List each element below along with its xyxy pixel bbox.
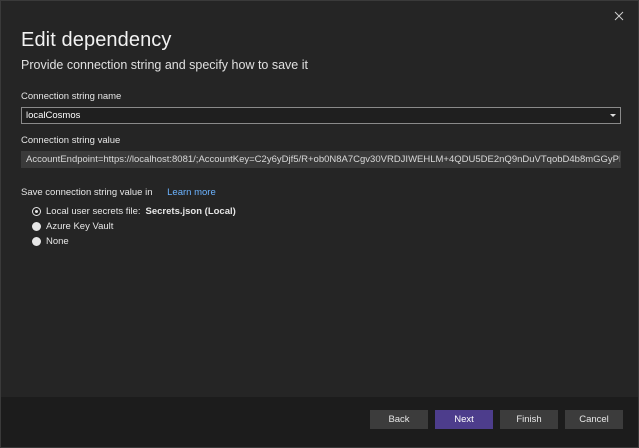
radio-option-local-secrets[interactable]: Local user secrets file: Secrets.json (L… xyxy=(32,205,236,217)
radio-label-key-vault: Azure Key Vault xyxy=(46,220,114,232)
save-location-row: Save connection string value in Learn mo… xyxy=(21,187,216,198)
connection-name-combobox[interactable]: localCosmos xyxy=(21,107,621,124)
dialog-footer: Back Next Finish Cancel xyxy=(1,397,638,447)
next-button[interactable]: Next xyxy=(435,410,493,429)
secrets-file-name: Secrets.json (Local) xyxy=(145,205,236,217)
radio-label-none: None xyxy=(46,235,69,247)
chevron-down-icon[interactable] xyxy=(610,114,616,117)
connection-value-label: Connection string value xyxy=(21,135,121,146)
radio-label-local-secrets: Local user secrets file: xyxy=(46,205,141,217)
save-location-label: Save connection string value in xyxy=(21,187,153,198)
radio-unselected-icon[interactable] xyxy=(32,236,41,246)
radio-option-none[interactable]: None xyxy=(32,235,69,247)
back-button[interactable]: Back xyxy=(370,410,428,429)
connection-name-value: localCosmos xyxy=(26,110,81,121)
connection-value-field[interactable]: AccountEndpoint=https://localhost:8081/;… xyxy=(21,151,621,168)
learn-more-link[interactable]: Learn more xyxy=(167,187,216,198)
finish-button[interactable]: Finish xyxy=(500,410,558,429)
edit-dependency-dialog: Edit dependency Provide connection strin… xyxy=(0,0,639,448)
close-icon[interactable] xyxy=(610,7,628,25)
radio-unselected-icon[interactable] xyxy=(32,221,41,231)
radio-option-key-vault[interactable]: Azure Key Vault xyxy=(32,220,113,232)
dialog-subtitle: Provide connection string and specify ho… xyxy=(21,58,308,72)
radio-selected-icon[interactable] xyxy=(32,206,41,216)
connection-name-label: Connection string name xyxy=(21,91,122,102)
dialog-title: Edit dependency xyxy=(21,29,172,51)
cancel-button[interactable]: Cancel xyxy=(565,410,623,429)
